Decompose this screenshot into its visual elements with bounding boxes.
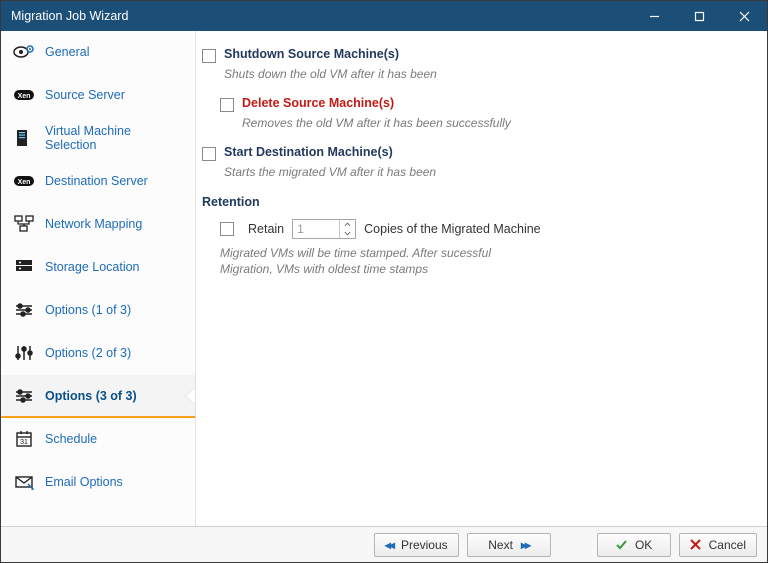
cancel-button-label: Cancel	[709, 538, 746, 552]
shutdown-source-label: Shutdown Source Machine(s)	[224, 47, 399, 61]
wizard-window: Migration Job Wizard General Xen Source …	[0, 0, 768, 563]
sidebar-item-options-1[interactable]: Options (1 of 3)	[1, 289, 195, 332]
sidebar-item-vm-selection[interactable]: Virtual Machine Selection	[1, 117, 195, 160]
sidebar-item-label: Options (3 of 3)	[45, 389, 137, 403]
retention-heading: Retention	[202, 195, 745, 209]
svg-text:Xen: Xen	[18, 93, 31, 100]
delete-source-checkbox[interactable]	[220, 98, 234, 112]
sidebar-item-network-mapping[interactable]: Network Mapping	[1, 203, 195, 246]
svg-text:31: 31	[20, 439, 28, 446]
ok-button[interactable]: OK	[597, 533, 671, 557]
start-destination-desc: Starts the migrated VM after it has been	[224, 164, 544, 180]
calendar-icon: 31	[13, 428, 35, 450]
sidebar-item-label: Options (2 of 3)	[45, 346, 131, 360]
sidebar-item-label: Options (1 of 3)	[45, 303, 131, 317]
retain-label: Retain	[248, 222, 284, 236]
check-icon	[615, 539, 627, 551]
sidebar-item-options-3[interactable]: Options (3 of 3)	[1, 375, 195, 418]
retain-copies-suffix: Copies of the Migrated Machine	[364, 222, 540, 236]
options-panel: Shutdown Source Machine(s) Shuts down th…	[196, 31, 767, 526]
window-title: Migration Job Wizard	[11, 9, 632, 23]
cancel-button[interactable]: Cancel	[679, 533, 757, 557]
start-destination-label: Start Destination Machine(s)	[224, 145, 393, 159]
sidebar-item-label: Storage Location	[45, 260, 140, 274]
sidebar-item-options-2[interactable]: Options (2 of 3)	[1, 332, 195, 375]
shutdown-source-checkbox[interactable]	[202, 49, 216, 63]
shutdown-source-desc: Shuts down the old VM after it has been	[224, 66, 544, 82]
titlebar: Migration Job Wizard	[1, 1, 767, 31]
sidebar-item-email-options[interactable]: Email Options	[1, 461, 195, 504]
double-left-arrow-icon: ◂◂	[385, 538, 393, 552]
sidebar-item-storage-location[interactable]: Storage Location	[1, 246, 195, 289]
sidebar-item-label: Network Mapping	[45, 217, 142, 231]
delete-source-label: Delete Source Machine(s)	[242, 96, 394, 110]
spinner-up-button[interactable]	[340, 220, 355, 229]
spinner-down-button[interactable]	[340, 229, 355, 238]
minimize-button[interactable]	[632, 1, 677, 31]
sidebar-item-label: Virtual Machine Selection	[45, 124, 185, 152]
retain-copies-spinner[interactable]	[292, 219, 356, 239]
sidebar-item-label: Email Options	[45, 475, 123, 489]
next-button-label: Next	[488, 538, 513, 552]
retain-checkbox[interactable]	[220, 222, 234, 236]
xen-icon: Xen	[13, 84, 35, 106]
previous-button-label: Previous	[401, 538, 448, 552]
sidebar-item-label: Schedule	[45, 432, 97, 446]
retention-note: Migrated VMs will be time stamped. After…	[220, 245, 500, 277]
double-right-arrow-icon: ▸▸	[521, 538, 529, 552]
sidebar-item-label: General	[45, 45, 89, 59]
start-destination-checkbox[interactable]	[202, 147, 216, 161]
ok-button-label: OK	[635, 538, 652, 552]
xen-icon: Xen	[13, 170, 35, 192]
retain-copies-input[interactable]	[293, 220, 339, 238]
next-button[interactable]: Next ▸▸	[467, 533, 551, 557]
wizard-footer: ◂◂ Previous Next ▸▸ OK Cancel	[1, 526, 767, 562]
sidebar-item-label: Destination Server	[45, 174, 148, 188]
network-icon	[13, 213, 35, 235]
storage-icon	[13, 256, 35, 278]
previous-button[interactable]: ◂◂ Previous	[374, 533, 459, 557]
delete-source-desc: Removes the old VM after it has been suc…	[242, 115, 562, 131]
sliders-icon	[13, 385, 35, 407]
equalizer-icon	[13, 342, 35, 364]
email-icon	[13, 471, 35, 493]
wizard-sidebar: General Xen Source Server Virtual Machin…	[1, 31, 196, 526]
sidebar-item-label: Source Server	[45, 88, 125, 102]
svg-text:Xen: Xen	[18, 179, 31, 186]
sidebar-item-destination-server[interactable]: Xen Destination Server	[1, 160, 195, 203]
sidebar-item-source-server[interactable]: Xen Source Server	[1, 74, 195, 117]
sidebar-item-schedule[interactable]: 31 Schedule	[1, 418, 195, 461]
x-icon	[690, 539, 701, 550]
gear-eye-icon	[13, 41, 35, 63]
maximize-button[interactable]	[677, 1, 722, 31]
close-button[interactable]	[722, 1, 767, 31]
server-icon	[13, 127, 35, 149]
active-indicator-icon	[186, 387, 196, 405]
sidebar-item-general[interactable]: General	[1, 31, 195, 74]
sliders-icon	[13, 299, 35, 321]
